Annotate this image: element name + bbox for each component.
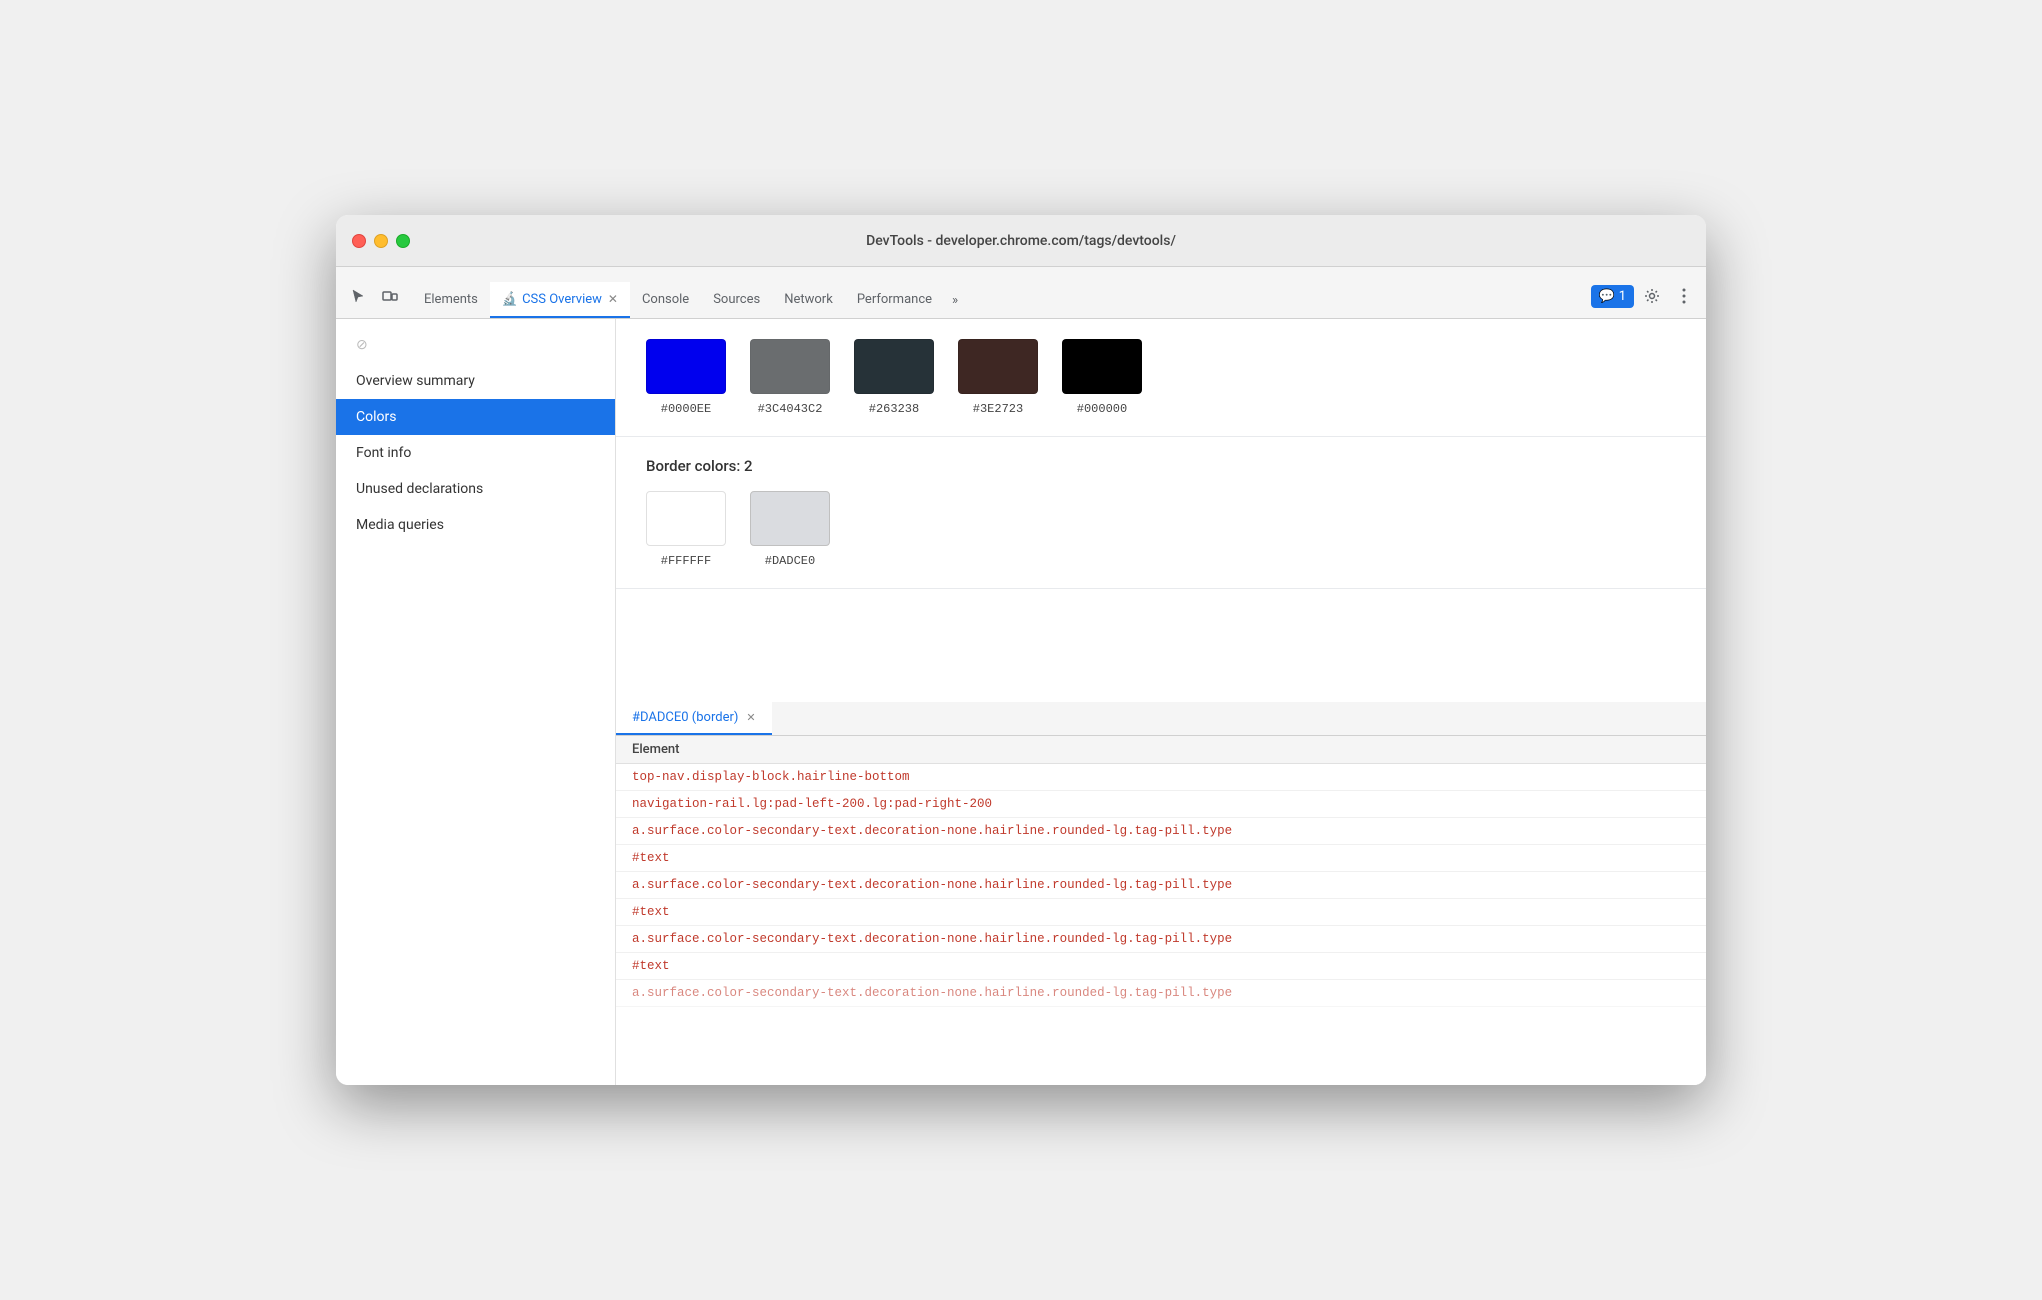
- table-row[interactable]: a.surface.color-secondary-text.decoratio…: [616, 818, 1706, 845]
- more-tabs-button[interactable]: »: [944, 282, 966, 318]
- settings-icon[interactable]: [1638, 282, 1666, 310]
- device-toggle-icon[interactable]: [376, 282, 404, 310]
- traffic-lights: [352, 234, 410, 248]
- border-swatch-0[interactable]: [646, 491, 726, 546]
- border-swatch-1[interactable]: [750, 491, 830, 546]
- color-label-1: #3C4043C2: [758, 402, 823, 416]
- tab-elements[interactable]: Elements: [412, 282, 490, 318]
- toolbar-left: [344, 282, 404, 318]
- color-label-4: #000000: [1077, 402, 1127, 416]
- sidebar-item-colors[interactable]: Colors: [336, 399, 615, 435]
- color-swatch-0[interactable]: [646, 339, 726, 394]
- table-row[interactable]: a.surface.color-secondary-text.decoratio…: [616, 926, 1706, 953]
- tab-bar: Elements 🔬 CSS Overview ✕ Console Source…: [336, 267, 1706, 319]
- border-colors-title: Border colors: 2: [646, 457, 1676, 475]
- content-area: #0000EE #3C4043C2 #263238 #3E2723: [616, 319, 1706, 1085]
- border-colors-section: Border colors: 2 #FFFFFF #DADCE0: [616, 437, 1706, 589]
- content-scroll[interactable]: #0000EE #3C4043C2 #263238 #3E2723: [616, 319, 1706, 702]
- minimize-button[interactable]: [374, 234, 388, 248]
- color-item-4: #000000: [1062, 339, 1142, 416]
- color-swatch-4[interactable]: [1062, 339, 1142, 394]
- table-row[interactable]: #text: [616, 845, 1706, 872]
- tab-console[interactable]: Console: [630, 282, 701, 318]
- table-row[interactable]: top-nav.display-block.hairline-bottom: [616, 764, 1706, 791]
- disabled-icon: ⊘: [356, 337, 368, 353]
- toolbar-right: 💬 1: [1591, 282, 1699, 318]
- color-swatch-2[interactable]: [854, 339, 934, 394]
- bottom-panel: #DADCE0 (border) ✕ Element top-nav.displ…: [616, 702, 1706, 1085]
- panel-tab-close-icon[interactable]: ✕: [746, 711, 755, 724]
- close-button[interactable]: [352, 234, 366, 248]
- table-row[interactable]: a.surface.color-secondary-text.decoratio…: [616, 980, 1706, 1007]
- devtools-window: DevTools - developer.chrome.com/tags/dev…: [336, 215, 1706, 1085]
- panel-tabs: #DADCE0 (border) ✕: [616, 702, 1706, 736]
- cursor-icon[interactable]: [344, 282, 372, 310]
- table-row[interactable]: navigation-rail.lg:pad-left-200.lg:pad-r…: [616, 791, 1706, 818]
- tab-close-icon[interactable]: ✕: [608, 292, 618, 306]
- title-bar: DevTools - developer.chrome.com/tags/dev…: [336, 215, 1706, 267]
- maximize-button[interactable]: [396, 234, 410, 248]
- color-swatch-3[interactable]: [958, 339, 1038, 394]
- color-label-2: #263238: [869, 402, 919, 416]
- background-colors-section: #0000EE #3C4043C2 #263238 #3E2723: [616, 319, 1706, 437]
- color-label-0: #0000EE: [661, 402, 711, 416]
- comments-badge[interactable]: 💬 1: [1591, 285, 1635, 308]
- tab-network[interactable]: Network: [772, 282, 845, 318]
- color-item-1: #3C4043C2: [750, 339, 830, 416]
- border-swatch-row: #FFFFFF #DADCE0: [646, 491, 1676, 568]
- sidebar: ⊘ Overview summary Colors Font info Unus…: [336, 319, 616, 1085]
- sidebar-item-overview-summary[interactable]: Overview summary: [336, 363, 615, 399]
- border-label-1: #DADCE0: [765, 554, 815, 568]
- tab-css-overview[interactable]: 🔬 CSS Overview ✕: [490, 282, 630, 318]
- sidebar-item-media-queries[interactable]: Media queries: [336, 507, 615, 543]
- css-overview-icon: 🔬: [502, 292, 518, 307]
- color-item-3: #3E2723: [958, 339, 1038, 416]
- border-item-0: #FFFFFF: [646, 491, 726, 568]
- table-row[interactable]: #text: [616, 953, 1706, 980]
- element-table[interactable]: Element top-nav.display-block.hairline-b…: [616, 736, 1706, 1085]
- more-options-icon[interactable]: [1670, 282, 1698, 310]
- comment-icon: 💬: [1599, 289, 1615, 304]
- border-item-1: #DADCE0: [750, 491, 830, 568]
- table-row[interactable]: #text: [616, 899, 1706, 926]
- color-swatch-row: #0000EE #3C4043C2 #263238 #3E2723: [646, 339, 1676, 416]
- sidebar-item-unused-declarations[interactable]: Unused declarations: [336, 471, 615, 507]
- table-header: Element: [616, 736, 1706, 764]
- tab-sources[interactable]: Sources: [701, 282, 772, 318]
- sidebar-disabled: ⊘: [336, 327, 615, 363]
- color-item-2: #263238: [854, 339, 934, 416]
- main-content: ⊘ Overview summary Colors Font info Unus…: [336, 319, 1706, 1085]
- table-row[interactable]: a.surface.color-secondary-text.decoratio…: [616, 872, 1706, 899]
- panel-tab-dadce0[interactable]: #DADCE0 (border) ✕: [616, 702, 772, 735]
- color-label-3: #3E2723: [973, 402, 1023, 416]
- tab-performance[interactable]: Performance: [845, 282, 944, 318]
- border-label-0: #FFFFFF: [661, 554, 711, 568]
- color-item-0: #0000EE: [646, 339, 726, 416]
- sidebar-item-font-info[interactable]: Font info: [336, 435, 615, 471]
- window-title: DevTools - developer.chrome.com/tags/dev…: [866, 233, 1176, 249]
- color-swatch-1[interactable]: [750, 339, 830, 394]
